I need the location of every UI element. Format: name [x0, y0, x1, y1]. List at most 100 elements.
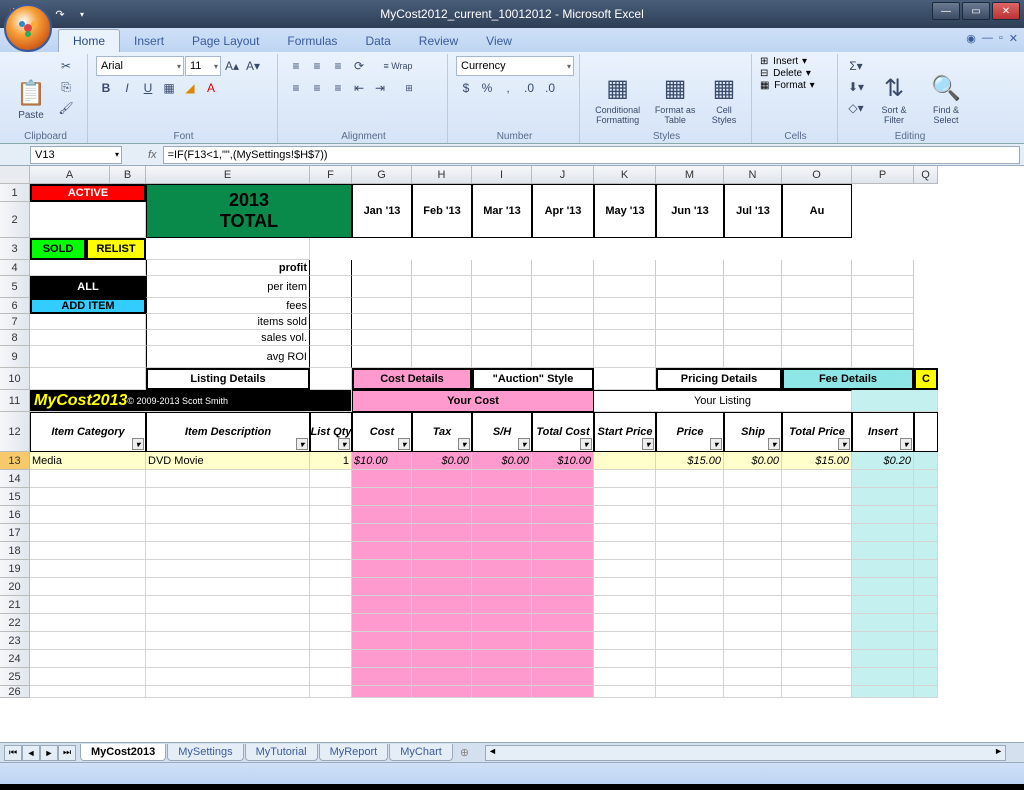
font-name-combo[interactable]: Arial — [96, 56, 184, 76]
help-icon[interactable]: ◉ — [966, 32, 976, 45]
row-header-11[interactable]: 11 — [0, 390, 30, 412]
cell-ship[interactable]: $0.00 — [724, 452, 782, 470]
italic-button[interactable]: I — [117, 78, 137, 98]
cell-qty[interactable]: 1 — [310, 452, 352, 470]
number-format-combo[interactable]: Currency — [456, 56, 574, 76]
filter-dropdown-icon[interactable]: ▾ — [132, 438, 144, 450]
format-cells-button[interactable]: Format — [774, 80, 806, 91]
col-header-O[interactable]: O — [782, 166, 852, 184]
office-button[interactable] — [4, 4, 52, 52]
cell-category[interactable]: Media — [30, 452, 146, 470]
tab-first-button[interactable]: ⏮ — [4, 745, 22, 761]
currency-button[interactable]: $ — [456, 78, 476, 98]
month-header[interactable]: May '13 — [594, 184, 656, 238]
tab-home[interactable]: Home — [58, 29, 120, 52]
cell-extra[interactable] — [914, 452, 938, 470]
col-header-J[interactable]: J — [532, 166, 594, 184]
all-button[interactable]: ALL — [30, 276, 146, 298]
orientation-button[interactable]: ⟳ — [349, 56, 369, 76]
th-startprice[interactable]: Start Price▾ — [594, 412, 656, 452]
sold-button[interactable]: SOLD — [30, 238, 86, 260]
tab-page-layout[interactable]: Page Layout — [178, 30, 273, 52]
row-header-2[interactable]: 2 — [0, 202, 30, 238]
sheet-tab-MyReport[interactable]: MyReport — [319, 744, 389, 761]
row-header-24[interactable]: 24 — [0, 650, 30, 668]
row-header-20[interactable]: 20 — [0, 578, 30, 596]
th-totalcost[interactable]: Total Cost▾ — [532, 412, 594, 452]
row-header-12[interactable]: 12 — [0, 412, 30, 452]
row-header-16[interactable]: 16 — [0, 506, 30, 524]
name-box[interactable]: V13 — [30, 146, 122, 164]
cell-insert[interactable]: $0.20 — [852, 452, 914, 470]
align-right-button[interactable]: ≡ — [328, 78, 348, 98]
cost-details-button[interactable]: Cost Details — [352, 368, 472, 390]
horizontal-scrollbar[interactable] — [485, 745, 1006, 761]
autosum-button[interactable]: Σ▾ — [846, 56, 866, 76]
window-restore-icon[interactable]: ▫ — [999, 32, 1003, 45]
row-header-14[interactable]: 14 — [0, 470, 30, 488]
th-sh[interactable]: S/H▾ — [472, 412, 532, 452]
format-as-table-button[interactable]: ▦Format as Table — [651, 56, 699, 143]
filter-dropdown-icon[interactable]: ▾ — [518, 438, 530, 450]
align-center-button[interactable]: ≡ — [307, 78, 327, 98]
cell-totalcost[interactable]: $10.00 — [532, 452, 594, 470]
format-painter-button[interactable]: 🖌 — [56, 98, 76, 118]
active-button[interactable]: ACTIVE — [30, 184, 146, 202]
filter-dropdown-icon[interactable]: ▾ — [900, 438, 912, 450]
month-header[interactable]: Jun '13 — [656, 184, 724, 238]
pricing-details-button[interactable]: Pricing Details — [656, 368, 782, 390]
tab-prev-button[interactable]: ◄ — [22, 745, 40, 761]
row-header-1[interactable]: 1 — [0, 184, 30, 202]
cell-desc[interactable]: DVD Movie — [146, 452, 310, 470]
maximize-button[interactable]: ▭ — [962, 2, 990, 20]
tab-formulas[interactable]: Formulas — [273, 30, 351, 52]
merge-button[interactable]: ⊞ — [391, 78, 427, 98]
month-header[interactable]: Au — [782, 184, 852, 238]
total-header[interactable]: 2013TOTAL — [146, 184, 352, 238]
th-ship[interactable]: Ship▾ — [724, 412, 782, 452]
summary-fees[interactable]: fees — [146, 298, 310, 314]
filter-dropdown-icon[interactable]: ▾ — [580, 438, 592, 450]
row-header-25[interactable]: 25 — [0, 668, 30, 686]
summary-profit[interactable]: profit — [146, 260, 310, 276]
row-header-18[interactable]: 18 — [0, 542, 30, 560]
row-header-4[interactable]: 4 — [0, 260, 30, 276]
window-close-icon[interactable]: ✕ — [1009, 32, 1018, 45]
row-header-10[interactable]: 10 — [0, 368, 30, 390]
col-header-P[interactable]: P — [852, 166, 914, 184]
th-qty[interactable]: List Qty▾ — [310, 412, 352, 452]
summary-sales-vol.[interactable]: sales vol. — [146, 330, 310, 346]
increase-decimal-button[interactable]: .0 — [519, 78, 539, 98]
paste-button[interactable]: 📋 Paste — [10, 56, 52, 143]
filter-dropdown-icon[interactable]: ▾ — [296, 438, 308, 450]
sort-filter-button[interactable]: ⇅Sort & Filter — [870, 56, 918, 143]
col-header-I[interactable]: I — [472, 166, 532, 184]
tab-last-button[interactable]: ⏭ — [58, 745, 76, 761]
fx-icon[interactable]: fx — [142, 149, 163, 161]
font-size-combo[interactable]: 11 — [185, 56, 221, 76]
col-header-N[interactable]: N — [724, 166, 782, 184]
month-header[interactable]: Feb '13 — [412, 184, 472, 238]
cell-sh[interactable]: $0.00 — [472, 452, 532, 470]
col-header-Q[interactable]: Q — [914, 166, 938, 184]
row-header-22[interactable]: 22 — [0, 614, 30, 632]
filter-dropdown-icon[interactable]: ▾ — [458, 438, 470, 450]
cell-tax[interactable]: $0.00 — [412, 452, 472, 470]
row-header-6[interactable]: 6 — [0, 298, 30, 314]
wrap-text-button[interactable]: ≡ Wrap — [370, 56, 426, 76]
th-tax[interactable]: Tax▾ — [412, 412, 472, 452]
your-cost-header[interactable]: Your Cost — [352, 390, 594, 412]
th-extra[interactable] — [914, 412, 938, 452]
month-header[interactable]: Mar '13 — [472, 184, 532, 238]
cell-startprice[interactable] — [594, 452, 656, 470]
auction-style-button[interactable]: "Auction" Style — [472, 368, 594, 390]
row-header-23[interactable]: 23 — [0, 632, 30, 650]
row-header-21[interactable]: 21 — [0, 596, 30, 614]
th-totalprice[interactable]: Total Price▾ — [782, 412, 852, 452]
col-header-K[interactable]: K — [594, 166, 656, 184]
new-sheet-icon[interactable]: ⊕ — [454, 746, 475, 759]
row-headers[interactable]: 1234567891011121314151617181920212223242… — [0, 184, 30, 698]
col-header-G[interactable]: G — [352, 166, 412, 184]
align-bottom-button[interactable]: ≡ — [328, 56, 348, 76]
row-header-9[interactable]: 9 — [0, 346, 30, 368]
